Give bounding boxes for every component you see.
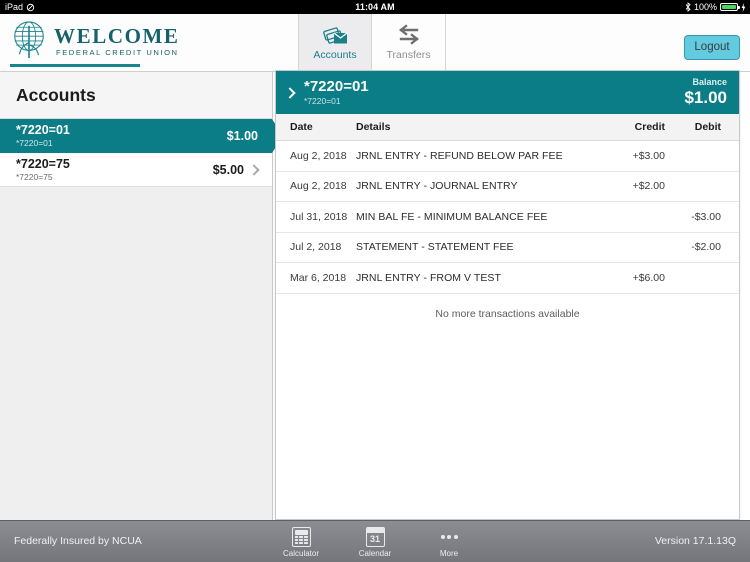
tree-logo-icon: [14, 21, 44, 59]
transaction-credit: +$2.00: [632, 180, 665, 193]
app-version-label: Version 17.1.13Q: [654, 535, 736, 547]
transaction-date: Jul 2, 2018: [290, 241, 342, 254]
no-more-transactions-message: No more transactions available: [435, 307, 580, 320]
balance-label: Balance: [692, 77, 727, 87]
table-row[interactable]: Aug 2, 2018 JRNL ENTRY - REFUND BELOW PA…: [276, 141, 739, 172]
account-right: $5.00: [212, 162, 260, 177]
cards-icon: [323, 27, 348, 44]
account-subtitle: *7220=01: [16, 137, 53, 148]
transaction-date: Jul 31, 2018: [290, 210, 348, 223]
wifi-off-icon: [26, 3, 35, 11]
transaction-debit: -$2.00: [691, 241, 721, 254]
brand-name: WELCOME: [54, 24, 180, 48]
status-left: iPad: [5, 0, 35, 14]
bottom-toolbar: Federally Insured by NCUA Calculator 31 …: [0, 520, 750, 562]
toolbar-label-calculator: Calculator: [282, 548, 319, 558]
column-header-credit: Credit: [634, 121, 665, 133]
toolbar-label-more: More: [439, 548, 459, 558]
detail-account-subtitle: *7220=01: [304, 96, 341, 106]
transaction-credit: +$3.00: [632, 149, 665, 162]
chevron-right-icon[interactable]: [284, 86, 296, 99]
battery-icon: [720, 3, 740, 11]
ios-status-bar: 11:04 AM iPad 100%: [0, 0, 750, 14]
battery-percent-label: 100%: [693, 2, 717, 12]
account-subtitle: *7220=75: [16, 171, 53, 182]
brand-underline: [10, 64, 140, 67]
top-navigation-bar: WELCOME FEDERAL CREDIT UNION Accounts Tr…: [0, 14, 750, 72]
toolbar-item-calculator[interactable]: Calculator: [277, 526, 325, 558]
sidebar-account-item-0[interactable]: *7220=01 *7220=01 $1.00: [0, 119, 283, 153]
toolbar-item-calendar[interactable]: 31 Calendar: [351, 526, 399, 558]
transaction-details: MIN BAL FE - MINIMUM BALANCE FEE: [356, 210, 548, 223]
tab-transfers-label: Transfers: [386, 49, 431, 61]
account-balance: $1.00: [226, 128, 258, 143]
sidebar-account-item-1[interactable]: *7220=75 *7220=75 $5.00: [0, 153, 272, 187]
app-root: 11:04 AM iPad 100% WELCOME FEDERAL CREDI…: [0, 0, 750, 562]
brand-text: WELCOME FEDERAL CREDIT UNION: [54, 26, 180, 60]
detail-account-name: *7220=01: [304, 78, 369, 95]
calendar-day-number: 31: [369, 533, 380, 544]
toolbar-items: Calculator 31 Calendar More: [0, 521, 750, 562]
account-name: *7220=75: [16, 156, 70, 171]
accounts-sidebar: Accounts *7220=01 *7220=01 $1.00 *7220=7…: [0, 72, 283, 521]
account-right: $1.00: [227, 129, 258, 143]
account-balance: $5.00: [212, 162, 244, 177]
column-header-date: Date: [290, 121, 313, 133]
calculator-icon: [291, 526, 311, 547]
status-device-label: iPad: [5, 2, 24, 12]
table-row[interactable]: Jul 2, 2018 STATEMENT - STATEMENT FEE -$…: [276, 233, 739, 263]
transaction-debit: -$3.00: [691, 210, 721, 223]
toolbar-item-more[interactable]: More: [425, 527, 473, 558]
charging-bolt-icon: [741, 2, 746, 12]
column-header-details: Details: [356, 121, 391, 133]
transaction-date: Mar 6, 2018: [290, 271, 347, 284]
chevron-right-icon: [248, 163, 260, 176]
ellipsis-icon: [438, 527, 460, 547]
transaction-date: Aug 2, 2018: [290, 149, 347, 162]
account-name: *7220=01: [16, 122, 70, 137]
main-tabs: Accounts Transfers: [298, 14, 446, 71]
table-row[interactable]: Mar 6, 2018 JRNL ENTRY - FROM V TEST +$6…: [276, 263, 739, 294]
tab-transfers[interactable]: Transfers: [372, 14, 446, 71]
column-header-debit: Debit: [694, 121, 721, 133]
transactions-table-header: Date Details Credit Debit: [276, 114, 739, 141]
detail-header-labels: *7220=01 *7220=01: [304, 78, 369, 107]
transaction-credit: +$6.00: [632, 271, 665, 284]
tab-accounts[interactable]: Accounts: [298, 14, 372, 71]
sidebar-title: Accounts: [0, 72, 272, 119]
bluetooth-icon: [685, 2, 691, 12]
logout-button[interactable]: Logout: [684, 35, 740, 60]
transaction-date: Aug 2, 2018: [290, 180, 347, 193]
toolbar-label-calendar: Calendar: [358, 548, 392, 558]
account-labels: *7220=01 *7220=01: [16, 122, 70, 148]
table-row[interactable]: Aug 2, 2018 JRNL ENTRY - JOURNAL ENTRY +…: [276, 172, 739, 202]
table-row[interactable]: Jul 31, 2018 MIN BAL FE - MINIMUM BALANC…: [276, 202, 739, 233]
transaction-details: JRNL ENTRY - FROM V TEST: [356, 271, 501, 284]
calendar-icon: 31: [365, 526, 385, 547]
status-time: 11:04 AM: [355, 2, 395, 12]
account-labels: *7220=75 *7220=75: [16, 156, 70, 182]
tab-accounts-label: Accounts: [313, 49, 357, 61]
detail-balance-block: Balance $1.00: [684, 76, 727, 107]
status-right: 100%: [685, 0, 746, 14]
detail-header[interactable]: *7220=01 *7220=01 Balance $1.00: [276, 71, 739, 114]
brand-subtitle: FEDERAL CREDIT UNION: [56, 48, 179, 57]
account-detail-panel: *7220=01 *7220=01 Balance $1.00 Date Det…: [275, 70, 740, 520]
transaction-details: STATEMENT - STATEMENT FEE: [356, 241, 514, 254]
balance-value: $1.00: [684, 88, 727, 107]
arrows-icon: [398, 24, 419, 45]
transaction-details: JRNL ENTRY - JOURNAL ENTRY: [356, 180, 518, 193]
brand-logo: WELCOME FEDERAL CREDIT UNION: [10, 20, 180, 60]
transaction-details: JRNL ENTRY - REFUND BELOW PAR FEE: [356, 149, 563, 162]
